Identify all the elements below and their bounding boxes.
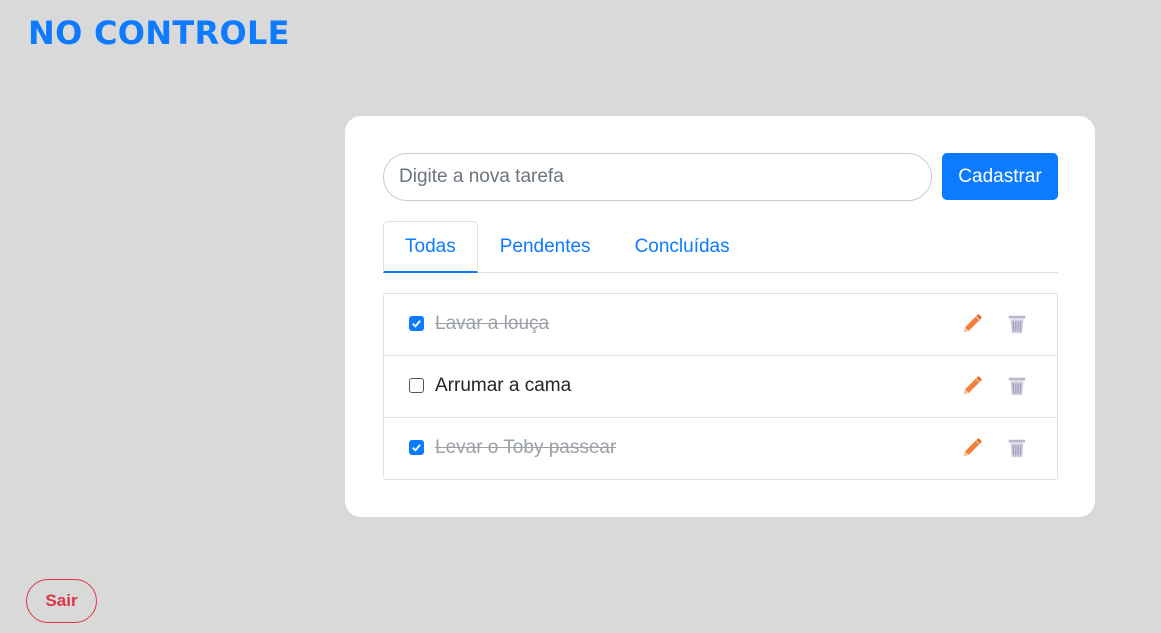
task-text: Lavar a louça xyxy=(435,313,550,334)
pencil-icon[interactable] xyxy=(961,313,983,335)
filter-tabs: Todas Pendentes Concluídas xyxy=(383,221,1058,273)
task-checkbox[interactable] xyxy=(409,440,424,455)
task-card: Cadastrar Todas Pendentes Concluídas Lav… xyxy=(345,116,1095,517)
task-list: Lavar a louça Arrumar a cama Levar o Tob… xyxy=(383,293,1058,480)
tab-pendentes[interactable]: Pendentes xyxy=(478,221,613,273)
add-task-button[interactable]: Cadastrar xyxy=(942,153,1058,200)
task-text: Arrumar a cama xyxy=(435,375,572,396)
task-item: Lavar a louça xyxy=(384,294,1057,356)
task-item: Arrumar a cama xyxy=(384,356,1057,418)
task-checkbox[interactable] xyxy=(409,316,424,331)
trash-icon[interactable] xyxy=(1006,313,1028,335)
new-task-input[interactable] xyxy=(383,153,932,201)
trash-icon[interactable] xyxy=(1006,375,1028,397)
pencil-icon[interactable] xyxy=(961,375,983,397)
pencil-icon[interactable] xyxy=(961,437,983,459)
tab-concluidas[interactable]: Concluídas xyxy=(613,221,752,273)
app-title: NO CONTROLE xyxy=(28,14,290,52)
task-text: Levar o Toby passear xyxy=(435,437,617,458)
task-item: Levar o Toby passear xyxy=(384,418,1057,479)
tab-todas[interactable]: Todas xyxy=(383,221,478,273)
logout-button[interactable]: Sair xyxy=(26,579,97,623)
trash-icon[interactable] xyxy=(1006,437,1028,459)
task-checkbox[interactable] xyxy=(409,378,424,393)
